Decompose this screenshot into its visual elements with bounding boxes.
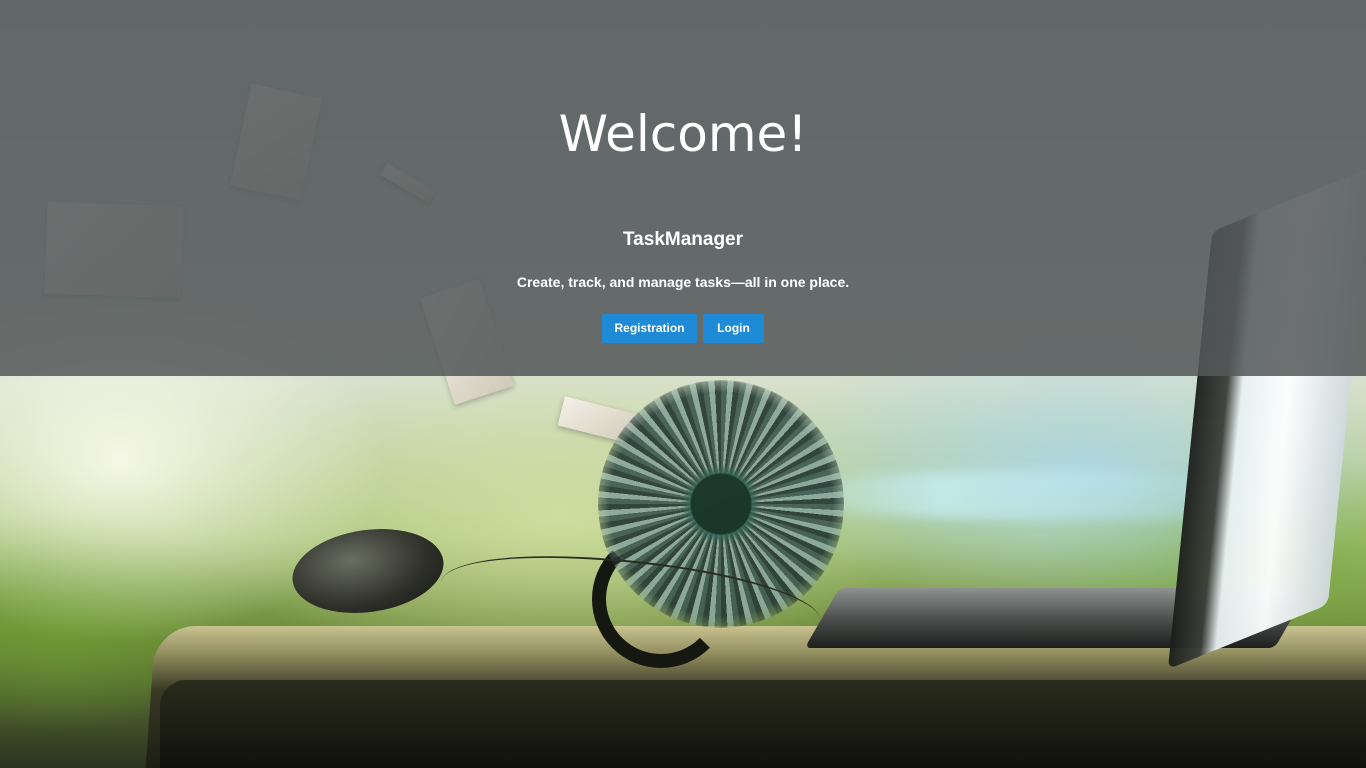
- tagline: Create, track, and manage tasks—all in o…: [516, 274, 850, 290]
- auth-actions: Registration Login: [0, 314, 1366, 343]
- registration-button[interactable]: Registration: [602, 314, 697, 343]
- landing-page: Welcome! TaskManager Create, track, and …: [0, 0, 1366, 768]
- login-button[interactable]: Login: [703, 314, 764, 343]
- welcome-heading: Welcome!: [558, 105, 808, 163]
- desk-edge: [160, 680, 1366, 768]
- hero-banner: Welcome! TaskManager Create, track, and …: [0, 0, 1366, 376]
- app-name: TaskManager: [622, 229, 744, 250]
